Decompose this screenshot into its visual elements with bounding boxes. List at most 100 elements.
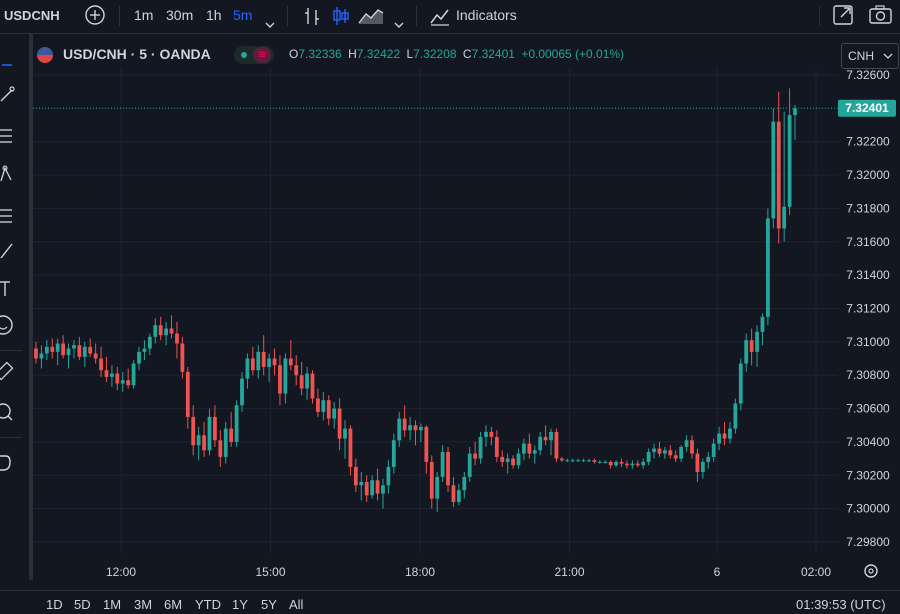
candle-body [576,460,581,462]
trend-line-icon[interactable] [0,84,22,106]
area-chart-type-icon[interactable] [358,6,384,39]
candle [782,111,787,242]
candle [625,460,629,469]
indicators-icon[interactable] [429,5,451,38]
interval-1m[interactable]: 1m [134,0,153,33]
candle [223,421,228,464]
fib-retracement-icon[interactable] [0,125,22,147]
range-all[interactable]: All [289,597,303,612]
candle-body [608,461,613,466]
price-chart[interactable]: 7.32600 7.32200 7.32000 7.31800 7.31600 7.314… [0,0,900,613]
candle [587,458,591,462]
interval-dropdown-chevron-icon[interactable] [264,10,276,43]
text-tool-icon[interactable] [0,278,22,300]
time-axis[interactable]: 12:00 15:00 18:00 21:00 6 02:00 [106,565,831,579]
candle [424,425,429,474]
crosshair-icon[interactable] [0,53,22,75]
range-5y[interactable]: 5Y [261,597,277,612]
currency-select[interactable]: CNH [841,43,899,69]
compare-add-icon[interactable] [84,4,106,26]
candle-body [364,481,369,496]
interval-5m[interactable]: 5m [233,0,252,33]
fullscreen-icon[interactable] [832,4,854,37]
candle-body [229,428,234,442]
candle [142,340,147,361]
candle [603,460,608,464]
emoji-icon[interactable] [0,314,22,336]
candle-body [142,348,147,352]
candle [348,425,353,476]
candle-body [446,451,450,486]
magnet-icon[interactable] [0,452,22,474]
candle-body [288,358,293,366]
range-1y[interactable]: 1Y [232,597,248,612]
interval-30m[interactable]: 30m [166,0,193,33]
market-status-icon[interactable]: ≋ [234,46,274,64]
candle-body [213,416,217,441]
candle-body [771,121,776,219]
prediction-tool-icon[interactable] [0,204,22,226]
price-tick-label: 7.31200 [846,302,890,316]
range-3m[interactable]: 3M [134,597,152,612]
utc-clock[interactable]: 01:39:53 (UTC) [796,597,886,612]
chart-type-dropdown-chevron-icon[interactable] [393,10,405,43]
bar-chart-type-icon[interactable] [302,5,322,38]
candle-body [549,431,553,441]
candle [635,460,640,467]
range-ytd[interactable]: YTD [195,597,221,612]
candle-body [353,466,358,486]
price-axis[interactable]: 7.32600 7.32200 7.32000 7.31800 7.31600 7.314… [846,68,890,549]
zoom-icon[interactable] [0,402,22,424]
range-5d[interactable]: 5D [74,597,91,612]
candle-body [570,460,575,462]
candle [684,435,689,452]
range-6m[interactable]: 6M [164,597,182,612]
candle-body [500,456,505,462]
candle-body [343,428,347,439]
candle-body [489,431,494,437]
legend-symbol-title[interactable]: USD/CNH · 5 · OANDA [63,46,211,62]
candle [72,340,76,359]
interval-1h[interactable]: 1h [206,0,222,33]
chart-grid [30,68,838,553]
indicators-button[interactable]: Indicators [456,0,517,33]
candle-body [646,451,651,462]
candle [61,335,66,359]
candle-body [543,436,548,441]
candle [207,408,212,456]
candle-body [175,333,179,344]
symbol-search-button[interactable]: USDCNH [4,8,60,23]
brush-icon[interactable] [0,240,22,262]
candle [738,358,743,411]
divider [287,6,288,26]
price-tick-label: 7.29800 [846,535,890,549]
candle [744,333,749,372]
range-1m[interactable]: 1M [103,597,121,612]
candle [473,441,478,466]
candle-body [625,463,629,466]
candle-body [565,460,570,462]
candle [370,475,375,499]
ruler-icon[interactable] [0,361,22,383]
candle-body [592,460,597,462]
time-tick-label: 15:00 [255,565,285,579]
candle-body [147,336,152,349]
candle [191,405,196,456]
last-price-label: 7.32401 [845,101,889,115]
axis-settings-gear-icon[interactable] [862,562,880,585]
candle-body [494,436,499,457]
pattern-tool-icon[interactable] [0,163,22,185]
candle [110,365,114,387]
candle [137,346,141,371]
candle-body [234,405,239,442]
candle [706,451,711,469]
candle-body [413,425,418,431]
candle-body [738,363,743,404]
range-1d[interactable]: 1D [46,597,63,612]
candles-chart-type-icon[interactable] [331,5,351,38]
candle [261,335,266,376]
divider [0,437,22,438]
candle [614,460,618,467]
camera-icon[interactable] [869,5,893,38]
candle-body [332,408,337,419]
